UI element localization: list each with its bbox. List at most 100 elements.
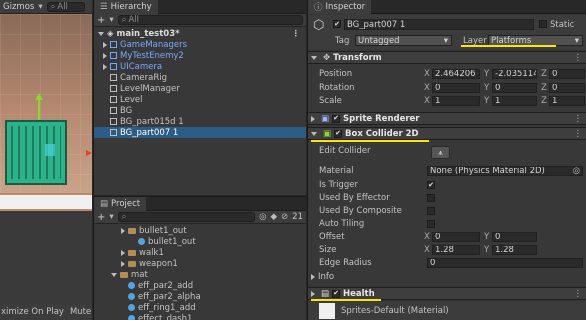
expand-arrow-icon[interactable] — [98, 31, 104, 36]
tab-inspector[interactable]: ⓘ Inspector — [308, 0, 372, 14]
object-picker-icon[interactable]: ◎ — [573, 167, 580, 175]
crate-sprite[interactable] — [5, 120, 67, 185]
offset-y-field[interactable]: 0 — [492, 232, 537, 242]
hierarchy-item[interactable]: Level — [94, 94, 306, 105]
position-x-field[interactable]: 2.464206 — [432, 69, 480, 79]
project-item[interactable]: weapon1 — [94, 258, 306, 269]
gizmos-button[interactable]: Gizmos — [3, 2, 34, 12]
collapse-arrow-icon[interactable] — [311, 131, 317, 136]
project-item[interactable]: eff_par2_alpha — [94, 291, 306, 302]
position-z-field[interactable]: 0 — [549, 69, 585, 79]
expand-arrow-icon[interactable] — [111, 272, 117, 277]
position-x-value: 2.464206 — [435, 69, 476, 79]
sprite-renderer-enabled-checkbox[interactable]: ✔ — [332, 114, 341, 123]
used-by-composite-checkbox[interactable] — [427, 207, 435, 215]
info-row[interactable]: Info — [311, 271, 579, 282]
expand-arrow-icon[interactable] — [311, 115, 315, 122]
root-menu-icon[interactable]: ⋮ — [292, 29, 301, 39]
auto-tiling-checkbox[interactable] — [427, 220, 435, 228]
expand-arrow-icon[interactable] — [311, 290, 315, 297]
position-z-value: 0 — [552, 69, 558, 79]
maximize-on-play-toggle[interactable]: ximize On Play — [1, 307, 64, 317]
project-item[interactable]: eff_ring1_add — [94, 302, 306, 313]
tab-project[interactable]: ▤ Project — [94, 197, 147, 211]
gizmos-dropdown-icon[interactable]: ▾ — [38, 2, 42, 12]
scale-x-field[interactable]: 1 — [432, 96, 480, 106]
is-trigger-checkbox[interactable]: ✔ — [427, 181, 435, 189]
size-y-field[interactable]: 1.28 — [492, 245, 537, 255]
hierarchy-item[interactable]: LevelManager — [94, 83, 306, 94]
position-y-field[interactable]: -2.035114 — [492, 69, 537, 79]
scene-search[interactable]: ⌕ All — [46, 1, 85, 12]
gizmo-y-arrow-icon[interactable] — [35, 93, 43, 100]
edit-collider-button[interactable]: ⩚ — [431, 146, 450, 159]
used-by-effector-checkbox[interactable] — [427, 194, 435, 202]
create-dropdown-icon[interactable]: ▾ — [109, 15, 113, 25]
expand-arrow-icon[interactable] — [121, 260, 125, 267]
hierarchy-item[interactable]: BG — [94, 105, 306, 116]
scale-z-field[interactable]: 1 — [549, 96, 585, 106]
hierarchy-item[interactable]: BG_part007 1 — [94, 127, 306, 138]
hierarchy-root[interactable]: ◈ main_test03* ⋮ — [94, 28, 306, 39]
offset-x-field[interactable]: 0 — [432, 232, 480, 242]
mute-audio-toggle[interactable]: Mute Au — [70, 307, 92, 317]
offset-label: Offset — [319, 232, 345, 242]
project-item[interactable]: walk1 — [94, 247, 306, 258]
object-name-input[interactable]: BG_part007 1 — [344, 19, 534, 30]
gameobject-cube-icon — [110, 118, 117, 125]
project-item-label: eff_par2_alpha — [138, 291, 201, 302]
create-dropdown-icon[interactable]: ▾ — [109, 212, 113, 222]
hierarchy-item[interactable]: BG_part015d 1 — [94, 116, 306, 127]
hierarchy-item[interactable]: CameraRig — [94, 72, 306, 83]
expand-arrow-icon[interactable] — [311, 273, 315, 280]
expand-arrow-icon[interactable] — [103, 52, 107, 59]
health-enabled-checkbox[interactable]: ✔ — [332, 289, 341, 298]
tag-dropdown[interactable]: Untagged ▾ — [355, 35, 452, 46]
box-collider-header[interactable]: ▣ ✔ Box Collider 2D ⋮ — [308, 127, 586, 140]
collider-material-field[interactable]: None (Physics Material 2D) ◎ — [427, 166, 583, 176]
scene-view[interactable]: Gizmos ▾ ⌕ All ximize On Play Mute Au — [0, 0, 92, 320]
filter-type-icon[interactable]: ◎ — [259, 212, 266, 222]
project-search-input[interactable]: ⌕ — [117, 212, 256, 222]
rotation-z-field[interactable]: 0 — [549, 83, 585, 93]
project-item[interactable]: mat — [94, 269, 306, 280]
project-item[interactable]: bullet1_out — [94, 225, 306, 236]
project-item[interactable]: effect_dash1 — [94, 313, 306, 320]
material-icon — [128, 315, 135, 320]
hidden-packages-icon[interactable]: ⊘ — [281, 212, 288, 222]
create-plus-icon[interactable]: + — [97, 15, 105, 26]
rotation-x-field[interactable]: 0 — [432, 83, 480, 93]
object-active-checkbox[interactable]: ✔ — [333, 20, 341, 28]
edge-radius-field[interactable]: 0 — [427, 258, 583, 268]
filter-label-icon[interactable]: ◆ — [271, 212, 278, 222]
expand-arrow-icon[interactable] — [121, 227, 125, 234]
expand-arrow-icon[interactable] — [103, 41, 107, 48]
hierarchy-item[interactable]: MyTestEnemy2 — [94, 50, 306, 61]
box-collider-enabled-checkbox[interactable]: ✔ — [334, 129, 343, 138]
project-item[interactable]: eff_par2_add — [94, 280, 306, 291]
hierarchy-item[interactable]: GameManagers — [94, 39, 306, 50]
transform-header[interactable]: ✥ Transform ⋮ — [308, 51, 586, 64]
sprite-renderer-header[interactable]: ▣ ✔ Sprite Renderer ⋮ — [308, 112, 586, 125]
x-axis-label: X — [424, 69, 430, 79]
hierarchy-item-label: BG_part015d 1 — [120, 116, 184, 127]
create-plus-icon[interactable]: + — [97, 212, 105, 223]
hierarchy-item[interactable]: UICamera — [94, 61, 306, 72]
component-menu-icon[interactable]: ⋮ — [574, 114, 583, 124]
component-menu-icon[interactable]: ⋮ — [574, 129, 583, 139]
collapse-arrow-icon[interactable] — [311, 55, 317, 60]
folder-icon — [128, 249, 136, 256]
component-menu-icon[interactable]: ⋮ — [574, 289, 583, 299]
size-x-field[interactable]: 1.28 — [432, 245, 480, 255]
project-item[interactable]: bullet1_out — [94, 236, 306, 247]
static-checkbox[interactable] — [539, 20, 547, 28]
gizmo-x-arrow-icon[interactable] — [86, 150, 92, 156]
expand-arrow-icon[interactable] — [103, 63, 107, 70]
scale-y-field[interactable]: 1 — [492, 96, 537, 106]
component-menu-icon[interactable]: ⋮ — [574, 53, 583, 63]
expand-arrow-icon[interactable] — [121, 249, 125, 256]
chevron-down-icon: ▾ — [574, 35, 579, 46]
rotation-y-field[interactable]: 0 — [492, 83, 537, 93]
tab-hierarchy[interactable]: ☰ Hierarchy — [94, 0, 158, 14]
hierarchy-search-input[interactable]: ⌕ All — [117, 15, 303, 25]
